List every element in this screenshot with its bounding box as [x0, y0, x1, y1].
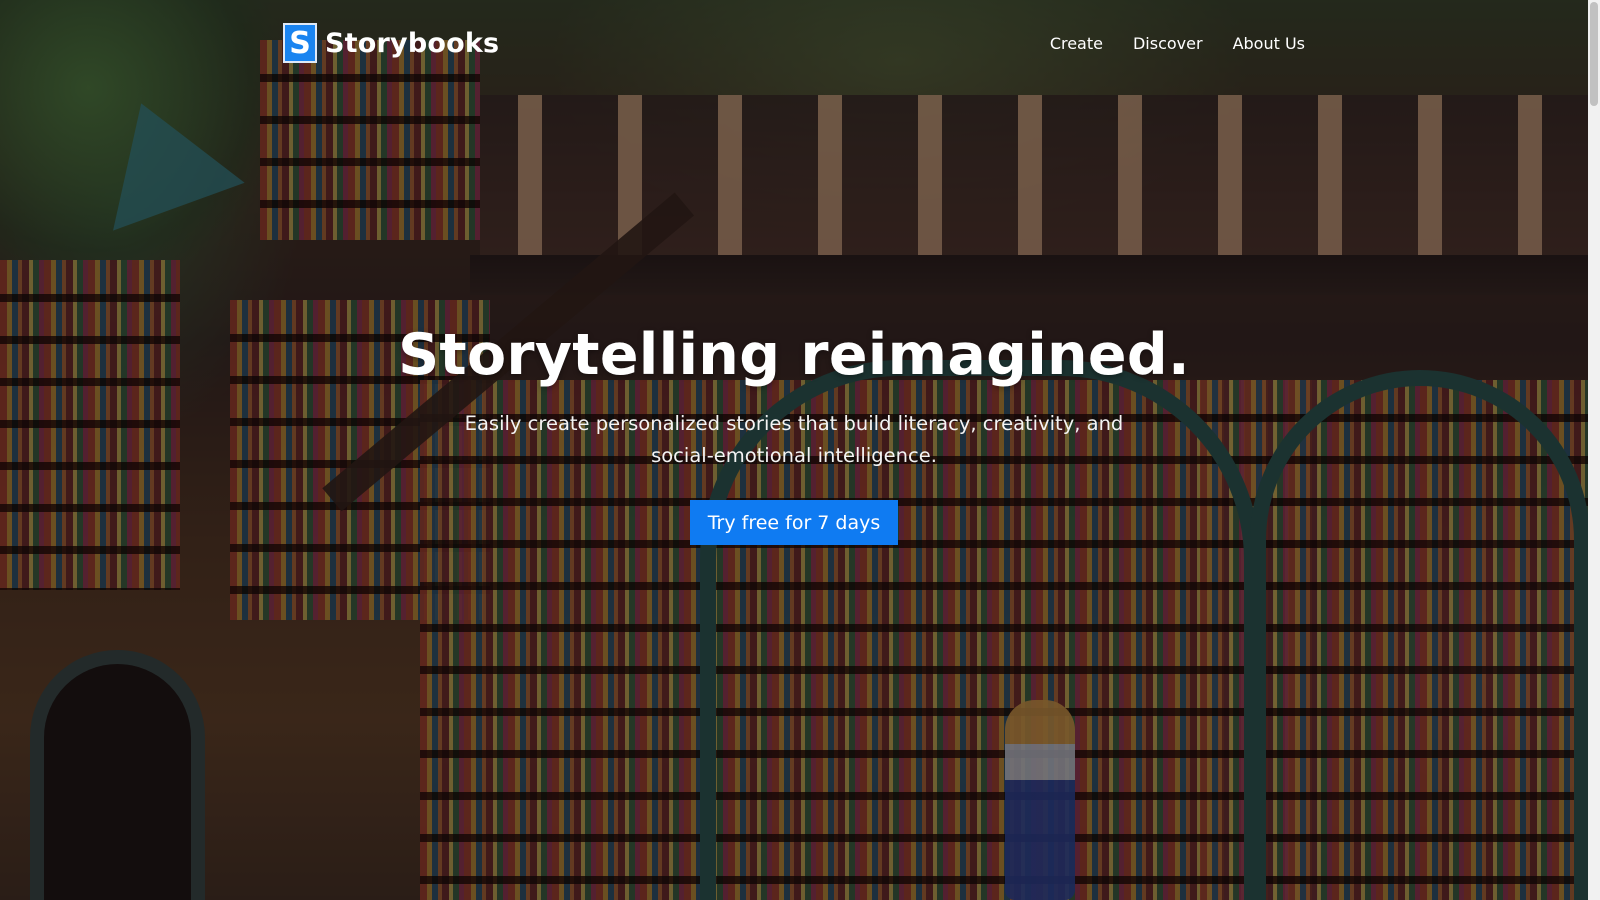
hero-title: Storytelling reimagined. [398, 322, 1190, 388]
try-free-button[interactable]: Try free for 7 days [689, 500, 899, 545]
scrollbar[interactable] [1588, 0, 1600, 900]
hero-subtitle: Easily create personalized stories that … [464, 412, 1124, 467]
scrollbar-thumb[interactable] [1590, 2, 1598, 106]
hero-section: Storytelling reimagined. Easily create p… [0, 0, 1588, 900]
